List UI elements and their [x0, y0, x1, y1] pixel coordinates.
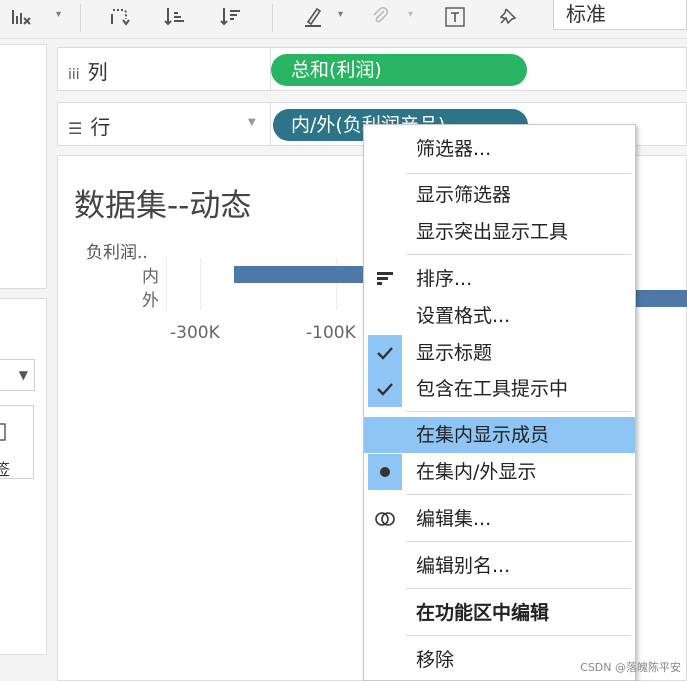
set-icon — [368, 501, 402, 537]
menu-item-show-in-out-set[interactable]: 在集内/外显示 — [364, 454, 635, 490]
menu-separator — [406, 254, 631, 255]
dropdown-icon[interactable]: ▾ — [338, 9, 343, 20]
label-card-text: 签 — [0, 460, 11, 479]
menu-item-show-highlighter[interactable]: 显示突出显示工具 — [364, 214, 635, 250]
check-icon — [368, 335, 402, 371]
swap-icon[interactable] — [108, 6, 130, 33]
menu-item-edit-set[interactable]: 编辑集... — [364, 501, 635, 537]
check-icon — [368, 371, 402, 407]
data-pane — [0, 44, 47, 289]
axis-tick-label: -100K — [306, 323, 356, 343]
gridline — [200, 258, 201, 310]
menu-separator — [406, 541, 631, 542]
pin-icon[interactable] — [498, 6, 520, 33]
toolbar: ▾ ▾ ▾ 标准 — [0, 0, 687, 39]
menu-separator — [406, 635, 631, 636]
sort-descending-icon[interactable] — [220, 6, 242, 33]
menu-item-edit-alias[interactable]: 编辑别名... — [364, 548, 635, 584]
menu-item-format[interactable]: 设置格式... — [364, 298, 635, 334]
text-label-icon[interactable] — [444, 6, 466, 33]
menu-separator — [406, 588, 631, 589]
axis-tick-label: -300K — [170, 323, 220, 343]
highlight-pen-icon[interactable] — [302, 6, 324, 33]
rows-shelf-label: ☰ 行 — [68, 115, 111, 139]
menu-item-edit-in-shelf[interactable]: 在功能区中编辑 — [364, 595, 635, 631]
dropdown-icon[interactable]: ▾ — [56, 9, 61, 20]
toolbar-divider — [80, 4, 81, 32]
columns-shelf[interactable]: iii 列 总和(利润) — [57, 47, 687, 91]
sort-ascending-icon[interactable] — [164, 6, 186, 33]
row-label-in: 内 — [142, 267, 159, 287]
toolbar-divider — [272, 4, 273, 32]
row-header: 负利润.. — [86, 243, 148, 263]
columns-icon: iii — [68, 67, 80, 83]
chevron-down-icon[interactable]: ▼ — [248, 117, 256, 128]
bullet-icon — [368, 454, 402, 490]
menu-item-sort[interactable]: 排序... — [364, 261, 635, 297]
view-title: 数据集--动态 — [74, 188, 252, 224]
watermark: CSDN @落魄陈平安 — [580, 661, 681, 674]
chart-clear-icon[interactable] — [10, 6, 32, 33]
menu-item-show-header[interactable]: 显示标题 — [364, 335, 635, 371]
attach-icon[interactable] — [370, 6, 392, 33]
menu-separator — [406, 494, 631, 495]
sum-profit-pill[interactable]: 总和(利润) — [271, 54, 527, 86]
label-card[interactable]: 签 — [0, 405, 34, 479]
row-label-out: 外 — [142, 291, 159, 311]
menu-separator — [406, 411, 631, 412]
dropdown-icon[interactable]: ▾ — [408, 9, 413, 20]
menu-item-include-tooltip[interactable]: 包含在工具提示中 — [364, 371, 635, 407]
context-menu: 筛选器... 显示筛选器 显示突出显示工具 排序... 设置格式... 显示标题… — [363, 124, 636, 681]
fit-select[interactable]: 标准 — [553, 0, 687, 30]
menu-item-filter[interactable]: 筛选器... — [364, 131, 635, 167]
chevron-down-icon: ▼ — [18, 368, 28, 382]
mark-type-select[interactable]: ▼ — [0, 359, 35, 391]
axis-baseline — [166, 258, 167, 310]
menu-item-show-members-in-set[interactable]: 在集内显示成员 — [364, 417, 635, 453]
rows-icon: ☰ — [68, 119, 83, 138]
sort-icon — [368, 261, 402, 297]
columns-shelf-label: iii 列 — [68, 60, 108, 84]
menu-separator — [406, 173, 631, 174]
label-icon — [0, 423, 6, 441]
menu-item-show-filter[interactable]: 显示筛选器 — [364, 177, 635, 213]
shelf-divider — [270, 103, 271, 145]
